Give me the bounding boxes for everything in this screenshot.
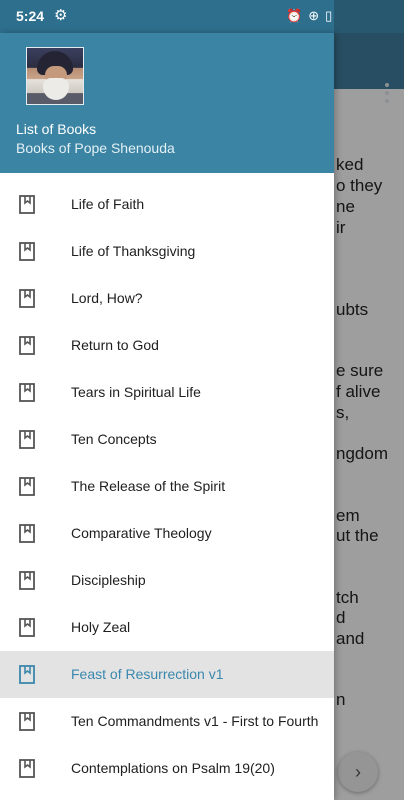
book-item-label: Holy Zeal bbox=[71, 619, 131, 635]
book-icon bbox=[19, 477, 35, 496]
drawer-title: List of Books bbox=[16, 121, 97, 137]
book-item[interactable]: Tears in Spiritual Life bbox=[0, 369, 334, 416]
drawer-header: List of Books Books of Pope Shenouda bbox=[0, 33, 334, 173]
book-item-label: Feast of Resurrection v1 bbox=[71, 666, 224, 682]
book-icon bbox=[19, 336, 35, 355]
book-item-label: Comparative Theology bbox=[71, 525, 212, 541]
book-icon bbox=[19, 289, 35, 308]
status-bar-scrimmed bbox=[334, 0, 404, 33]
drawer-subtitle: Books of Pope Shenouda bbox=[16, 140, 175, 156]
book-item[interactable]: Life of Thanksgiving bbox=[0, 228, 334, 275]
status-clock: 5:24 bbox=[16, 8, 45, 24]
book-icon bbox=[19, 430, 35, 449]
alarm-icon: ⏰ bbox=[286, 8, 303, 23]
book-item[interactable]: The Release of the Spirit bbox=[0, 463, 334, 510]
book-item[interactable]: Discipleship bbox=[0, 557, 334, 604]
data-saver-icon: ⊕ bbox=[308, 8, 320, 23]
book-list: Life of Faith Life of Thanksgiving Lord,… bbox=[0, 181, 334, 792]
book-item-label: Tears in Spiritual Life bbox=[71, 384, 201, 400]
book-item-label: Ten Commandments v1 - First to Fourth bbox=[71, 713, 319, 729]
book-item[interactable]: Contemplations on Psalm 19(20) bbox=[0, 745, 334, 792]
book-item-label: Contemplations on Psalm 19(20) bbox=[71, 760, 275, 776]
book-icon bbox=[19, 195, 35, 214]
book-icon bbox=[19, 524, 35, 543]
book-item-label: Discipleship bbox=[71, 572, 146, 588]
book-icon bbox=[19, 571, 35, 590]
book-item-label: Life of Faith bbox=[71, 196, 145, 212]
book-item-selected[interactable]: Feast of Resurrection v1 bbox=[0, 651, 334, 698]
book-icon bbox=[19, 712, 35, 731]
book-icon bbox=[19, 665, 35, 684]
book-item[interactable]: Life of Faith bbox=[0, 181, 334, 228]
status-bar: 5:24 ⚙ ⏰ ⊕ ▯ bbox=[0, 0, 365, 33]
book-item-label: Lord, How? bbox=[71, 290, 143, 306]
gear-icon: ⚙ bbox=[54, 7, 68, 24]
book-item[interactable]: Ten Commandments v1 - First to Fourth bbox=[0, 698, 334, 745]
book-icon bbox=[19, 383, 35, 402]
book-item[interactable]: Return to God bbox=[0, 322, 334, 369]
book-item-label: Life of Thanksgiving bbox=[71, 243, 196, 259]
avatar bbox=[26, 47, 84, 105]
book-icon bbox=[19, 759, 35, 778]
book-item[interactable]: Ten Concepts bbox=[0, 416, 334, 463]
book-item[interactable]: Lord, How? bbox=[0, 275, 334, 322]
book-item-label: Return to God bbox=[71, 337, 159, 353]
book-item[interactable]: Holy Zeal bbox=[0, 604, 334, 651]
navigation-drawer: List of Books Books of Pope Shenouda Lif… bbox=[0, 33, 334, 800]
book-icon bbox=[19, 242, 35, 261]
vibrate-icon: ▯ bbox=[325, 8, 333, 23]
book-item[interactable]: Comparative Theology bbox=[0, 510, 334, 557]
book-item-label: Ten Concepts bbox=[71, 431, 157, 447]
book-icon bbox=[19, 618, 35, 637]
book-item-label: The Release of the Spirit bbox=[71, 478, 226, 494]
